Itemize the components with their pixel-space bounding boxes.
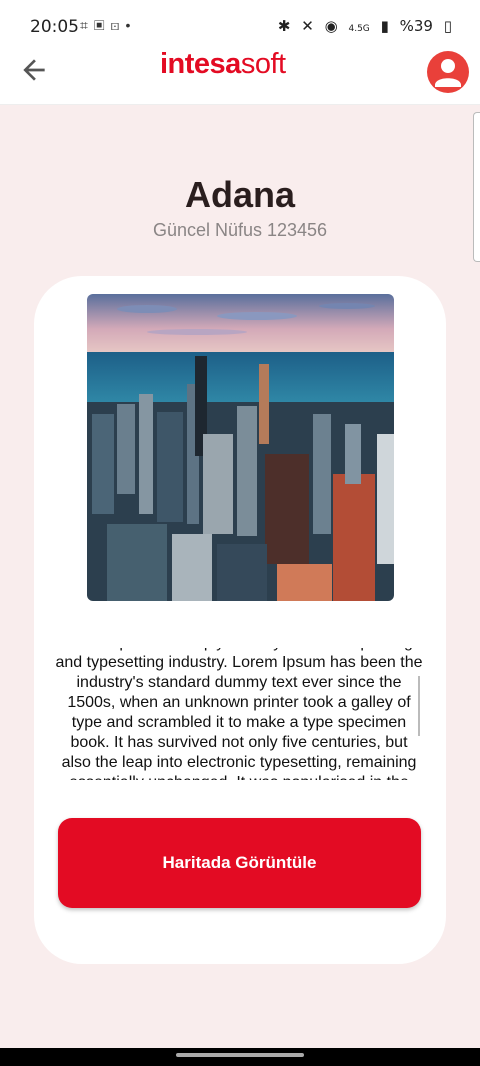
arrow-left-icon bbox=[23, 59, 45, 81]
view-on-map-button[interactable]: Haritada Görüntüle bbox=[58, 818, 421, 908]
battery-icon: ▯ bbox=[443, 17, 452, 35]
app-bar: intesasoft bbox=[0, 40, 480, 105]
status-system-icons: ✱ ✕ ◉ 4.5G ▮ %39 ▯ bbox=[272, 17, 452, 35]
network-type: 4.5G bbox=[348, 24, 370, 34]
description-scroll-area[interactable]: Lorem Ipsum is simply dummy text of the … bbox=[54, 648, 424, 780]
user-icon bbox=[435, 59, 461, 87]
city-title: Adana bbox=[184, 174, 296, 215]
description-scrollbar[interactable] bbox=[418, 676, 420, 736]
logo-suffix-text: soft bbox=[240, 48, 286, 80]
signal-icon: ▮ bbox=[380, 17, 389, 35]
profile-button[interactable] bbox=[427, 51, 469, 93]
population-label: Güncel Nüfus 123456 bbox=[152, 220, 328, 240]
mute-icon: ✕ bbox=[301, 17, 314, 35]
bluetooth-icon: ✱ bbox=[277, 17, 291, 35]
intesasoft-logo: intesasoft bbox=[160, 48, 286, 81]
screen-record-icon: ⊡ bbox=[110, 17, 126, 33]
gallery-icon: ▣ bbox=[93, 17, 111, 33]
city-card: Lorem Ipsum is simply dummy text of the … bbox=[34, 276, 446, 964]
dot-icon: • bbox=[125, 17, 137, 33]
back-button[interactable] bbox=[14, 50, 54, 90]
home-indicator[interactable] bbox=[176, 1053, 304, 1057]
status-time: 20:05 bbox=[30, 17, 79, 37]
screenshot-icon: ⌗ bbox=[80, 17, 94, 33]
city-photo bbox=[87, 294, 394, 601]
status-notification-icons: ⌗▣⊡• bbox=[80, 17, 136, 34]
battery-level: %39 bbox=[399, 17, 433, 35]
system-nav-bar bbox=[0, 1048, 480, 1066]
city-description: Lorem Ipsum is simply dummy text of the … bbox=[55, 648, 423, 780]
logo-main-text: intesa bbox=[160, 48, 241, 80]
hotspot-icon: ◉ bbox=[324, 17, 338, 35]
